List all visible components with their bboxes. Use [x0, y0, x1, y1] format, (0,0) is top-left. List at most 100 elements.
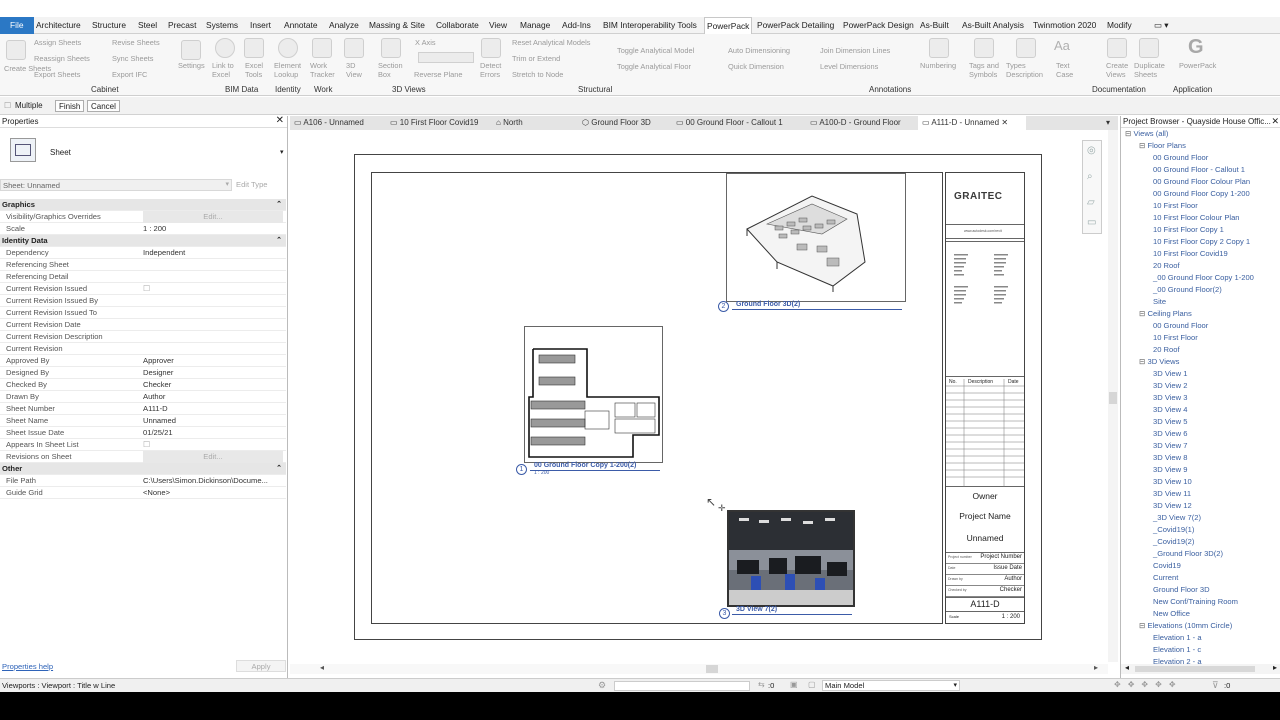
browser-item[interactable]: 3D View 1	[1153, 368, 1187, 380]
property-value[interactable]: 01/25/21	[143, 427, 283, 439]
design-option-dropdown[interactable]: Main Model ▾	[822, 680, 960, 691]
checkbox[interactable]: ☐	[143, 283, 150, 295]
tab-insert[interactable]: Insert	[248, 17, 273, 34]
section-box-label[interactable]: Section Box	[378, 61, 404, 79]
reverse-plane[interactable]: Reverse Plane	[414, 70, 462, 79]
tab-first-floor-covid19[interactable]: ▭ 10 First Floor Covid19	[390, 116, 486, 130]
tab-a111-d[interactable]: ▭ A111-D - Unnamed ✕	[918, 116, 1026, 130]
browser-item[interactable]: 20 Roof	[1153, 344, 1180, 356]
property-value[interactable]: A111-D	[143, 403, 283, 415]
browser-item[interactable]: 00 Ground Floor	[1153, 320, 1208, 332]
browser-item[interactable]: _00 Ground Floor(2)	[1153, 284, 1222, 296]
property-row[interactable]: Current Revision Date	[0, 319, 286, 331]
edit-type-button[interactable]: Edit Type	[236, 180, 268, 189]
instance-selector[interactable]: Sheet: Unnamed ▾	[0, 179, 232, 191]
collapse-icon[interactable]: ⌃	[276, 199, 282, 211]
reassign-sheets[interactable]: Reassign Sheets	[34, 54, 90, 63]
stretch-to-node[interactable]: Stretch to Node	[512, 70, 563, 79]
type-dropdown-icon[interactable]: ▾	[280, 148, 284, 156]
property-row[interactable]: Sheet Issue Date 01/25/21	[0, 427, 286, 439]
tags-and-symbols-icon[interactable]	[974, 38, 994, 58]
drawing-canvas[interactable]: 2 Ground Floor 3D(2) 1 00 Ground Floor C…	[290, 130, 1118, 674]
tab-powerpack-design[interactable]: PowerPack Design	[841, 17, 916, 34]
finish-button[interactable]: Finish	[55, 100, 85, 112]
browser-item[interactable]: Elevation 1 - c	[1153, 644, 1201, 656]
browser-item[interactable]: New Conf/Training Room	[1153, 596, 1238, 608]
viewport-ground-floor-plan[interactable]	[524, 326, 663, 463]
browser-item[interactable]: 3D View 10	[1153, 476, 1192, 488]
duplicate-sheets-icon[interactable]	[1139, 38, 1159, 58]
browser-item[interactable]: 3D View 9	[1153, 464, 1187, 476]
horizontal-scrollbar[interactable]: ◂ ▸	[290, 663, 1108, 674]
sync-sheets[interactable]: Sync Sheets	[112, 54, 154, 63]
tab-architecture[interactable]: Architecture	[34, 17, 83, 34]
x-axis-dropdown[interactable]: X Axis	[415, 38, 436, 47]
browser-item[interactable]: _Covid19(2)	[1153, 536, 1194, 548]
browser-item[interactable]: New Office	[1153, 608, 1190, 620]
tab-modify[interactable]: Modify	[1105, 17, 1134, 34]
text-case-label[interactable]: Text Case	[1056, 61, 1074, 79]
browser-item[interactable]: _Ground Floor 3D(2)	[1153, 548, 1223, 560]
powerpack-label[interactable]: PowerPack	[1179, 61, 1216, 70]
property-row[interactable]: Current Revision Issued ☐	[0, 283, 286, 295]
create-views-label[interactable]: Create Views	[1106, 61, 1130, 79]
browser-node[interactable]: ⊟ Floor Plans	[1139, 140, 1186, 152]
detect-errors-label[interactable]: Detect Errors	[480, 61, 504, 79]
browser-item[interactable]: 3D View 4	[1153, 404, 1187, 416]
powerpack-logo-icon[interactable]: G	[1188, 36, 1204, 59]
browser-item[interactable]: 10 First Floor	[1153, 200, 1198, 212]
property-row[interactable]: Visibility/Graphics Overrides Edit...	[0, 211, 286, 223]
property-row[interactable]: Revisions on Sheet Edit...	[0, 451, 286, 463]
tab-collaborate[interactable]: Collaborate	[434, 17, 481, 34]
property-row[interactable]: Current Revision	[0, 343, 286, 355]
property-value[interactable]: <None>	[143, 487, 283, 499]
browser-item[interactable]: 20 Roof	[1153, 260, 1180, 272]
property-row[interactable]: Referencing Detail	[0, 271, 286, 283]
browser-item[interactable]: 3D View 3	[1153, 392, 1187, 404]
numbering-icon[interactable]	[929, 38, 949, 58]
browser-item[interactable]: 00 Ground Floor Copy 1-200	[1153, 188, 1250, 200]
browser-item[interactable]: 10 First Floor Copy 1	[1153, 224, 1224, 236]
tab-as-built-analysis[interactable]: As-Built Analysis	[960, 17, 1026, 34]
tab-add-ins[interactable]: Add-Ins	[560, 17, 593, 34]
browser-horizontal-scrollbar[interactable]: ◂ ▸	[1121, 663, 1280, 674]
element-lookup-label[interactable]: Element Lookup	[274, 61, 304, 79]
cancel-button[interactable]: Cancel	[87, 100, 120, 112]
property-group[interactable]: Identity Data ⌃	[0, 235, 286, 247]
duplicate-sheets-label[interactable]: Duplicate Sheets	[1134, 61, 1170, 79]
zoom-extents-icon[interactable]: ▭	[1087, 217, 1096, 228]
property-row[interactable]: Checked By Checker	[0, 379, 286, 391]
tab-systems[interactable]: Systems	[204, 17, 240, 34]
browser-item[interactable]: _3D View 7(2)	[1153, 512, 1201, 524]
toggle-analytical-model[interactable]: Toggle Analytical Model	[617, 46, 694, 55]
tab-ground-floor-3d[interactable]: ⬡ Ground Floor 3D	[582, 116, 662, 130]
property-row[interactable]: Dependency Independent	[0, 247, 286, 259]
viewport-title-3[interactable]: 3D View 7(2)	[736, 606, 777, 613]
vertical-scrollbar[interactable]	[1108, 130, 1118, 662]
browser-item[interactable]: Elevation 1 - a	[1153, 632, 1202, 644]
property-value[interactable]: Edit...	[143, 451, 283, 463]
property-value[interactable]: Edit...	[143, 211, 283, 223]
browser-item[interactable]: 3D View 6	[1153, 428, 1187, 440]
zoom-icon[interactable]: ⌕	[1087, 171, 1093, 182]
close-icon[interactable]: ✕	[1271, 116, 1279, 127]
link-to-excel-label[interactable]: Link to Excel	[212, 61, 240, 79]
property-group[interactable]: Other ⌃	[0, 463, 286, 475]
tab-callout-1[interactable]: ▭ 00 Ground Floor - Callout 1	[676, 116, 796, 130]
quick-dimension[interactable]: Quick Dimension	[728, 62, 784, 71]
viewport-title-2[interactable]: Ground Floor 3D(2)	[736, 301, 800, 308]
viewport-ground-floor-3d[interactable]	[726, 173, 906, 302]
vertical-scroll-thumb[interactable]	[1109, 392, 1117, 404]
steering-wheel-icon[interactable]: ◎	[1087, 145, 1096, 156]
auto-dimensioning[interactable]: Auto Dimensioning	[728, 46, 790, 55]
filter-icon[interactable]: ⊽	[1212, 680, 1219, 691]
tab-steel[interactable]: Steel	[136, 17, 159, 34]
browser-item[interactable]: 3D View 11	[1153, 488, 1191, 500]
create-views-icon[interactable]	[1107, 38, 1127, 58]
property-row[interactable]: Guide Grid <None>	[0, 487, 286, 499]
scroll-left-icon[interactable]: ◂	[1125, 663, 1129, 672]
property-value[interactable]: Checker	[143, 379, 283, 391]
numbering-label[interactable]: Numbering	[920, 61, 956, 70]
property-row[interactable]: Referencing Sheet	[0, 259, 286, 271]
browser-item[interactable]: 00 Ground Floor - Callout 1	[1153, 164, 1245, 176]
